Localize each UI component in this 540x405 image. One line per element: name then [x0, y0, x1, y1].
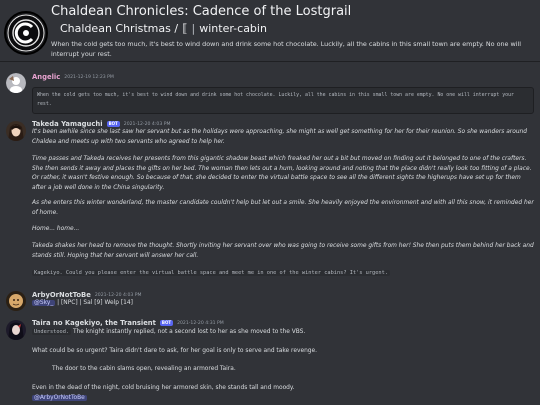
message-paragraph: Home... home...: [32, 226, 80, 232]
author-name[interactable]: Takeda Yamaguchi: [32, 120, 103, 128]
server-icon[interactable]: [4, 11, 48, 55]
author-name[interactable]: Taira no Kagekiyo, the Transient: [32, 319, 156, 327]
channel-name-row: Chaldean Christmas / ⟦ | winter-cabin: [60, 22, 267, 35]
timestamp: 2021-12-20 4:31 PM: [177, 320, 224, 326]
inline-code: Kagekiyo. Could you please enter the vir…: [32, 270, 390, 276]
message-paragraph: Understood. The knight instantly replied…: [32, 328, 534, 338]
server-emblem-icon: [7, 14, 45, 52]
channel-header: Chaldean Chronicles: Cadence of the Lost…: [0, 0, 540, 62]
message-text: The knight instantly replied, not a seco…: [71, 329, 306, 335]
channel-name[interactable]: winter-cabin: [199, 22, 267, 35]
avatar[interactable]: [6, 73, 26, 93]
user-mention[interactable]: @Sky_: [32, 300, 56, 306]
avatar[interactable]: [6, 320, 26, 340]
timestamp: 2021-12-19 12:23 PM: [64, 74, 114, 80]
avatar-image: [6, 73, 26, 93]
channel-topic: When the cold gets too much, it's best t…: [51, 40, 522, 58]
author-name[interactable]: ArbyOrNotToBe: [32, 291, 91, 299]
server-title: Chaldean Chronicles: Cadence of the Lost…: [51, 4, 352, 19]
bot-badge: BOT: [106, 121, 120, 127]
message-paragraph: As she enters this winter wonderland, th…: [32, 200, 534, 216]
message-paragraph: What could be so urgent? Taira didn't da…: [32, 348, 318, 354]
message-content: @Sky_ | [NPC] | Sal [9] Welp [14]: [32, 299, 534, 309]
category-label: Chaldean Christmas /: [60, 22, 179, 35]
stats-text: | [NPC] | Sal [9] Welp [14]: [57, 300, 133, 306]
bot-badge: BOT: [159, 320, 174, 326]
message-paragraph: Even in the dead of the night, cold brui…: [32, 385, 295, 391]
timestamp: 2021-12-20 4:03 PM: [123, 121, 171, 127]
channel-glyph-icon: ⟦: [182, 22, 188, 35]
message-paragraph: Time passes and Takeda receives her pres…: [32, 156, 532, 191]
avatar-image: [6, 320, 26, 340]
user-mention[interactable]: @ArbyOrNotToBe: [32, 395, 87, 401]
avatar[interactable]: [6, 121, 26, 141]
code-block: When the cold gets too much, it's best t…: [32, 87, 534, 114]
message-paragraph: @ArbyOrNotToBe: [32, 394, 534, 404]
author-name[interactable]: Angelic: [32, 73, 60, 81]
message-paragraph: Kagekiyo. Could you please enter the vir…: [32, 269, 534, 279]
inline-code: Understood.: [32, 329, 72, 335]
avatar[interactable]: [6, 291, 26, 311]
message-paragraph: The door to the cabin slams open, reveal…: [52, 366, 236, 372]
timestamp: 2021-12-20 4:03 PM: [94, 292, 142, 298]
message-paragraph: Takeda shakes her head to remove the tho…: [32, 243, 534, 259]
channel-separator: |: [191, 22, 196, 35]
message-paragraph: It's been awhile since she last saw her …: [32, 129, 528, 145]
avatar-image: [6, 121, 26, 141]
avatar-image: [6, 291, 26, 311]
